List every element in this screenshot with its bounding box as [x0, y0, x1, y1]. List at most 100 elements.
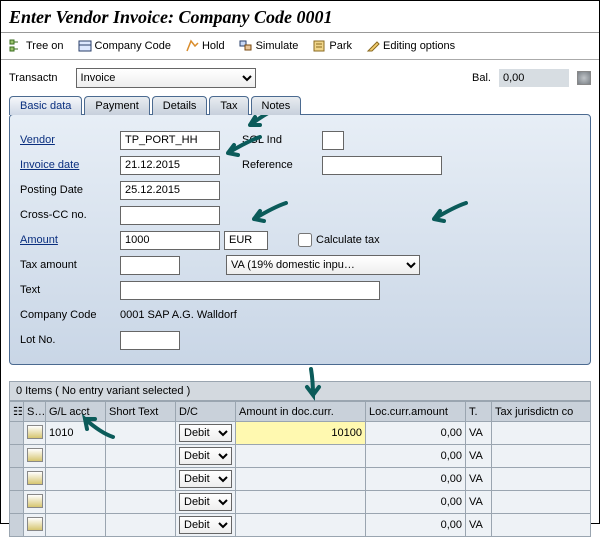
amount-field[interactable] — [120, 231, 220, 250]
dc-cell[interactable]: Debit — [176, 491, 236, 514]
table-row[interactable]: Debit 0,00VA — [10, 514, 591, 537]
hold-button[interactable]: Hold — [185, 39, 225, 53]
dc-cell[interactable]: Debit — [176, 514, 236, 537]
gl-acct-cell[interactable] — [46, 491, 106, 514]
text-field[interactable] — [120, 281, 380, 300]
dc-select[interactable]: Debit — [179, 424, 232, 442]
col-loc-amt[interactable]: Loc.curr.amount — [366, 402, 466, 422]
currency-field[interactable] — [224, 231, 268, 250]
row-selector[interactable] — [10, 514, 24, 537]
tax-code-select[interactable]: VA (19% domestic inpu… — [226, 255, 420, 275]
status-cell[interactable] — [24, 491, 46, 514]
tree-on-button[interactable]: Tree on — [9, 39, 64, 53]
tax-amount-field[interactable] — [120, 256, 180, 275]
dc-select[interactable]: Debit — [179, 516, 232, 534]
items-grid-wrap: 0 Items ( No entry variant selected ) ☷ … — [9, 381, 591, 537]
row-selector[interactable] — [10, 445, 24, 468]
status-cell[interactable] — [24, 514, 46, 537]
reference-field[interactable] — [322, 156, 442, 175]
col-status[interactable]: S… — [24, 402, 46, 422]
amt-doc-cell[interactable] — [236, 445, 366, 468]
col-tax-jur[interactable]: Tax jurisdictn co — [492, 402, 591, 422]
tax-jur-cell[interactable] — [492, 468, 591, 491]
amount-label[interactable]: Amount — [20, 234, 120, 246]
invoice-date-field[interactable] — [120, 156, 220, 175]
tab-notes[interactable]: Notes — [251, 96, 302, 115]
editing-options-button[interactable]: Editing options — [366, 39, 455, 53]
col-config[interactable]: ☷ — [10, 402, 24, 422]
gl-acct-cell[interactable] — [46, 514, 106, 537]
row-selector[interactable] — [10, 468, 24, 491]
tax-cell[interactable]: VA — [466, 468, 492, 491]
vendor-field[interactable] — [120, 131, 220, 150]
cross-cc-field[interactable] — [120, 206, 220, 225]
loc-amt-cell[interactable]: 0,00 — [366, 422, 466, 445]
status-cell[interactable] — [24, 422, 46, 445]
tab-payment[interactable]: Payment — [84, 96, 149, 115]
short-text-cell[interactable] — [106, 468, 176, 491]
tree-icon — [9, 39, 23, 53]
tax-cell[interactable]: VA — [466, 514, 492, 537]
amt-doc-cell[interactable] — [236, 491, 366, 514]
posting-date-label: Posting Date — [20, 184, 120, 196]
tab-tax[interactable]: Tax — [209, 96, 248, 115]
col-amt-doc[interactable]: Amount in doc.curr. — [236, 402, 366, 422]
amt-doc-cell[interactable] — [236, 468, 366, 491]
tax-jur-cell[interactable] — [492, 491, 591, 514]
company-code-button[interactable]: Company Code — [78, 39, 171, 53]
arrow-icon — [428, 201, 468, 227]
tax-cell[interactable]: VA — [466, 491, 492, 514]
loc-amt-cell[interactable]: 0,00 — [366, 468, 466, 491]
tax-cell[interactable]: VA — [466, 422, 492, 445]
tax-cell[interactable]: VA — [466, 445, 492, 468]
gl-acct-cell[interactable] — [46, 445, 106, 468]
tab-details[interactable]: Details — [152, 96, 208, 115]
vendor-label[interactable]: Vendor — [20, 134, 120, 146]
posting-date-field[interactable] — [120, 181, 220, 200]
dc-cell[interactable]: Debit — [176, 468, 236, 491]
bal-status-icon — [577, 71, 591, 85]
arrow-icon — [222, 135, 262, 161]
gl-acct-cell[interactable] — [46, 468, 106, 491]
transactn-select[interactable]: Invoice — [76, 68, 256, 88]
main-toolbar: Tree on Company Code Hold Simulate Park … — [1, 33, 599, 60]
status-button[interactable] — [27, 471, 43, 485]
loc-amt-cell[interactable]: 0,00 — [366, 445, 466, 468]
dc-select[interactable]: Debit — [179, 470, 232, 488]
row-selector[interactable] — [10, 422, 24, 445]
status-cell[interactable] — [24, 445, 46, 468]
loc-amt-cell[interactable]: 0,00 — [366, 514, 466, 537]
amt-doc-cell[interactable]: 10100 — [236, 422, 366, 445]
table-row[interactable]: Debit 0,00VA — [10, 468, 591, 491]
short-text-cell[interactable] — [106, 491, 176, 514]
simulate-button[interactable]: Simulate — [239, 39, 299, 53]
status-cell[interactable] — [24, 468, 46, 491]
park-icon — [312, 39, 326, 53]
calculate-tax-checkbox[interactable] — [298, 233, 312, 247]
tax-jur-cell[interactable] — [492, 422, 591, 445]
dc-cell[interactable]: Debit — [176, 445, 236, 468]
status-button[interactable] — [27, 425, 43, 439]
tax-jur-cell[interactable] — [492, 514, 591, 537]
bal-field — [499, 69, 569, 87]
table-row[interactable]: Debit 0,00VA — [10, 445, 591, 468]
tax-jur-cell[interactable] — [492, 445, 591, 468]
col-tax[interactable]: T. — [466, 402, 492, 422]
short-text-cell[interactable] — [106, 445, 176, 468]
dc-select[interactable]: Debit — [179, 447, 232, 465]
dc-select[interactable]: Debit — [179, 493, 232, 511]
col-dc[interactable]: D/C — [176, 402, 236, 422]
loc-amt-cell[interactable]: 0,00 — [366, 491, 466, 514]
row-selector[interactable] — [10, 491, 24, 514]
short-text-cell[interactable] — [106, 514, 176, 537]
park-button[interactable]: Park — [312, 39, 352, 53]
tab-basic-data[interactable]: Basic data — [9, 96, 82, 115]
status-button[interactable] — [27, 448, 43, 462]
lot-no-field[interactable] — [120, 331, 180, 350]
table-row[interactable]: Debit 0,00VA — [10, 491, 591, 514]
invoice-date-label[interactable]: Invoice date — [20, 159, 120, 171]
status-button[interactable] — [27, 494, 43, 508]
amt-doc-cell[interactable] — [236, 514, 366, 537]
dc-cell[interactable]: Debit — [176, 422, 236, 445]
sgl-ind-field[interactable] — [322, 131, 344, 150]
